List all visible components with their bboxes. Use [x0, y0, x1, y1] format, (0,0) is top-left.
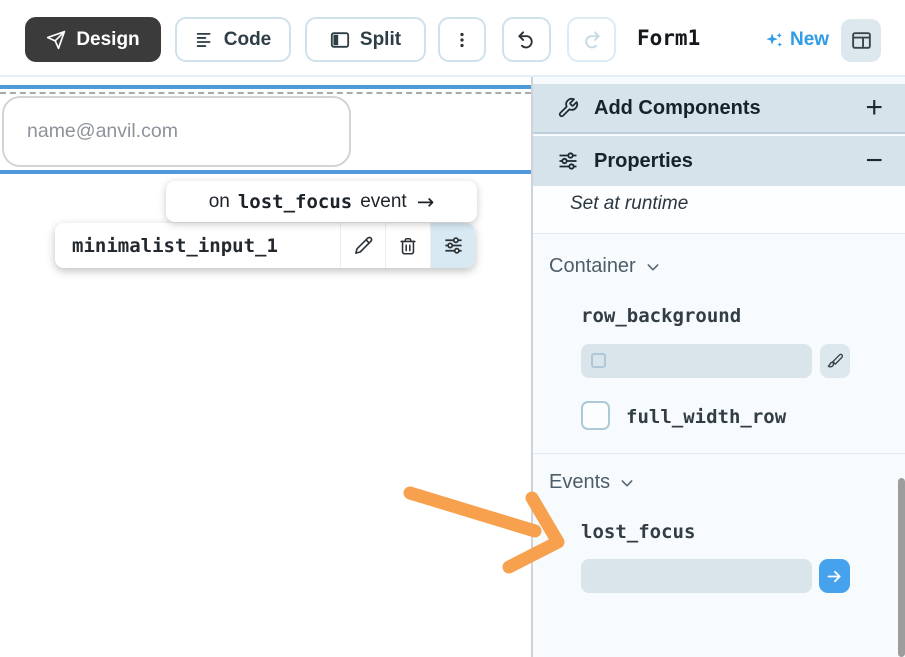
send-icon [46, 30, 66, 50]
add-components-header[interactable]: Add Components + [533, 84, 905, 134]
section-divider [533, 233, 905, 234]
color-picker-button[interactable] [820, 344, 850, 378]
design-tab-label: Design [76, 29, 139, 51]
edit-component-button[interactable] [340, 223, 385, 268]
pencil-icon [353, 235, 374, 256]
events-section-label: Events [549, 471, 610, 494]
drop-indicator-bottom [0, 170, 531, 174]
full-width-row-label: full_width_row [626, 406, 786, 428]
arrow-right-glyph: → [417, 190, 435, 214]
split-pane-icon [330, 30, 350, 50]
code-tab-label: Code [224, 29, 272, 51]
sidebar-scrollbar-thumb[interactable] [898, 478, 905, 657]
plus-icon[interactable]: + [865, 93, 883, 123]
row-background-label: row_background [581, 305, 741, 327]
arrow-right-icon [825, 567, 844, 586]
runtime-note: Set at runtime [570, 193, 688, 215]
drop-indicator-top [0, 85, 531, 89]
minus-icon[interactable]: − [865, 146, 883, 176]
properties-sidebar: Add Components + Properties − Set at run… [531, 77, 905, 657]
dashed-guide-line [0, 92, 531, 94]
container-section-toggle[interactable]: Container [549, 255, 661, 278]
color-swatch-icon [591, 353, 606, 368]
event-hint-tooltip[interactable]: on lost_focus event → [166, 181, 477, 222]
full-width-row-checkbox[interactable] [581, 401, 610, 430]
properties-title: Properties [594, 150, 693, 173]
design-tab-button[interactable]: Design [25, 17, 161, 62]
minimalist-input-component[interactable] [2, 96, 351, 167]
code-tab-button[interactable]: Code [175, 17, 291, 62]
component-name-label: minimalist_input_1 [55, 223, 340, 268]
anvil-editor: Design Code Split [0, 0, 905, 657]
container-section-label: Container [549, 255, 636, 278]
component-toolbar: minimalist_input_1 [55, 223, 475, 268]
wrench-icon [557, 97, 579, 119]
brush-icon [826, 352, 845, 371]
add-components-title: Add Components [594, 97, 761, 120]
kebab-menu-icon [452, 30, 472, 50]
row-background-input[interactable] [581, 344, 812, 378]
redo-icon [581, 29, 602, 50]
section-divider [533, 453, 905, 454]
new-form-label: New [790, 29, 829, 51]
go-to-event-handler-button[interactable] [819, 559, 850, 593]
sparkles-icon [764, 30, 785, 51]
code-lines-icon [195, 30, 214, 49]
split-tab-label: Split [360, 29, 401, 51]
chevron-down-icon [645, 259, 661, 275]
delete-component-button[interactable] [385, 223, 430, 268]
more-options-button[interactable] [438, 17, 486, 62]
new-form-button[interactable]: New [764, 25, 829, 55]
split-tab-button[interactable]: Split [305, 17, 426, 62]
sliders-icon [443, 235, 464, 256]
design-canvas: on lost_focus event → minimalist_input_1 [0, 77, 531, 657]
lost-focus-input[interactable] [581, 559, 812, 593]
sliders-icon [557, 150, 579, 172]
undo-button[interactable] [502, 17, 551, 62]
event-hint-prefix: on [209, 191, 230, 213]
panel-layout-icon [850, 29, 873, 52]
events-section-toggle[interactable]: Events [549, 471, 635, 494]
trash-icon [398, 236, 418, 256]
chevron-down-icon [619, 475, 635, 491]
redo-button[interactable] [567, 17, 616, 62]
top-toolbar: Design Code Split [0, 0, 905, 77]
event-hint-event-name: lost_focus [238, 191, 352, 213]
form-title: Form1 [637, 26, 700, 50]
component-properties-button[interactable] [430, 223, 475, 268]
undo-icon [516, 29, 537, 50]
lost-focus-label: lost_focus [581, 521, 695, 543]
panel-toggle-button[interactable] [841, 19, 881, 62]
event-hint-suffix: event [360, 191, 406, 213]
properties-header[interactable]: Properties − [533, 136, 905, 186]
